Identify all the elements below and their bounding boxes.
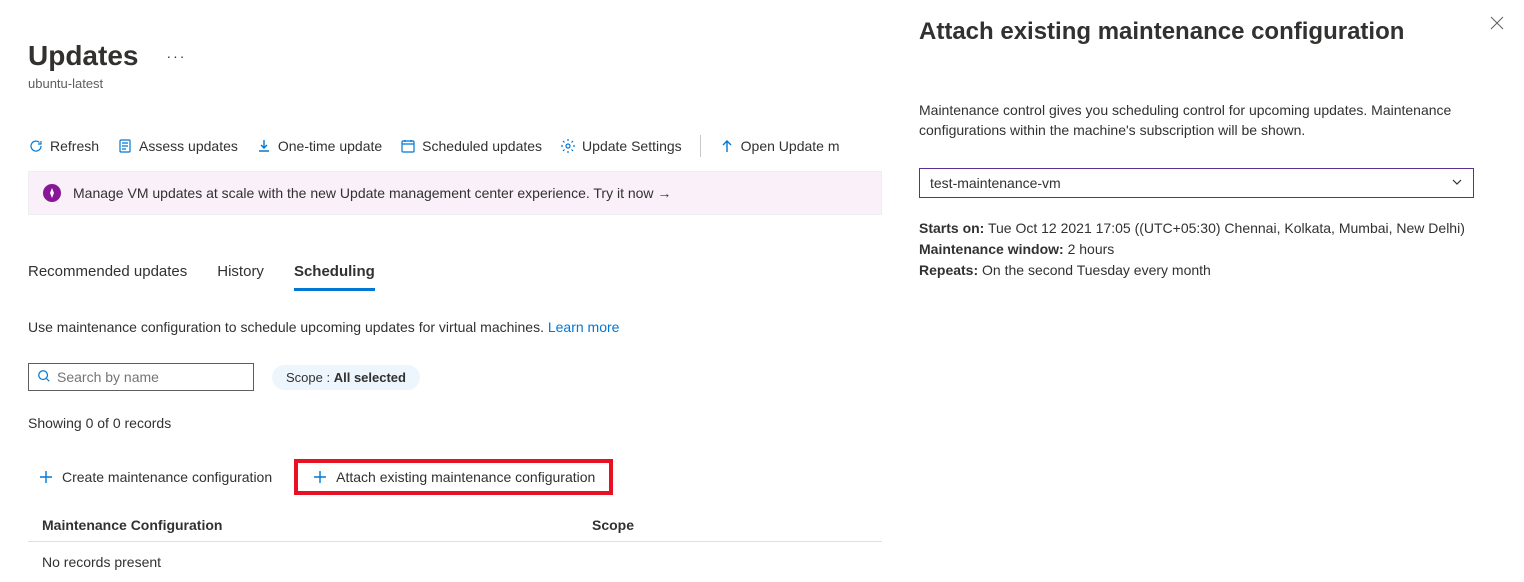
refresh-label: Refresh (50, 138, 99, 154)
toolbar-separator (700, 135, 701, 157)
tabs: Recommended updates History Scheduling (28, 263, 882, 291)
open-update-button[interactable]: Open Update m (719, 138, 840, 154)
search-box[interactable] (28, 363, 254, 391)
onetime-button[interactable]: One-time update (256, 138, 382, 154)
settings-label: Update Settings (582, 138, 682, 154)
create-config-button[interactable]: Create maintenance configuration (28, 461, 282, 493)
tab-history[interactable]: History (217, 263, 264, 291)
more-icon[interactable]: ··· (166, 48, 186, 64)
column-scope: Scope (592, 517, 882, 533)
plus-icon (38, 469, 54, 485)
download-icon (256, 138, 272, 154)
config-details: Starts on: Tue Oct 12 2021 17:05 ((UTC+0… (919, 218, 1504, 281)
records-count: Showing 0 of 0 records (28, 415, 882, 431)
open-label: Open Update m (741, 138, 840, 154)
scope-filter[interactable]: Scope : All selected (272, 365, 420, 390)
action-buttons: Create maintenance configuration Attach … (28, 459, 882, 495)
attach-config-button[interactable]: Attach existing maintenance configuratio… (294, 459, 613, 495)
tab-recommended[interactable]: Recommended updates (28, 263, 187, 291)
config-dropdown[interactable]: test-maintenance-vm (919, 168, 1474, 198)
gear-icon (560, 138, 576, 154)
banner-text: Manage VM updates at scale with the new … (73, 185, 671, 201)
search-icon (37, 369, 51, 386)
search-input[interactable] (57, 369, 245, 385)
table-header: Maintenance Configuration Scope (28, 517, 882, 542)
side-panel: Attach existing maintenance configuratio… (899, 0, 1524, 576)
panel-header: Attach existing maintenance configuratio… (919, 16, 1504, 47)
panel-title: Attach existing maintenance configuratio… (919, 16, 1404, 47)
scheduled-button[interactable]: Scheduled updates (400, 138, 542, 154)
detail-repeats: Repeats: On the second Tuesday every mon… (919, 260, 1504, 281)
assess-button[interactable]: Assess updates (117, 138, 238, 154)
assess-label: Assess updates (139, 138, 238, 154)
calendar-icon (400, 138, 416, 154)
scheduling-description: Use maintenance configuration to schedul… (28, 319, 882, 335)
tab-scheduling[interactable]: Scheduling (294, 263, 375, 291)
subtitle: ubuntu-latest (28, 76, 882, 91)
close-button[interactable] (1490, 16, 1504, 35)
search-row: Scope : All selected (28, 363, 882, 391)
detail-window: Maintenance window: 2 hours (919, 239, 1504, 260)
refresh-icon (28, 138, 44, 154)
settings-button[interactable]: Update Settings (560, 138, 682, 154)
plus-icon (312, 469, 328, 485)
scheduled-label: Scheduled updates (422, 138, 542, 154)
config-selected-value: test-maintenance-vm (930, 175, 1061, 191)
chevron-down-icon (1451, 175, 1463, 191)
learn-more-link[interactable]: Learn more (548, 319, 620, 335)
onetime-label: One-time update (278, 138, 382, 154)
main-panel: Updates ··· ubuntu-latest Refresh Assess… (0, 0, 882, 576)
clipboard-icon (117, 138, 133, 154)
info-banner[interactable]: Manage VM updates at scale with the new … (28, 171, 882, 215)
page-title: Updates (28, 40, 138, 72)
detail-starts: Starts on: Tue Oct 12 2021 17:05 ((UTC+0… (919, 218, 1504, 239)
refresh-button[interactable]: Refresh (28, 138, 99, 154)
toolbar: Refresh Assess updates One-time update S… (28, 135, 882, 157)
table-empty-message: No records present (28, 542, 882, 582)
column-config: Maintenance Configuration (42, 517, 592, 533)
compass-icon (43, 184, 61, 202)
title-row: Updates ··· (28, 40, 882, 72)
arrow-up-icon (719, 138, 735, 154)
panel-description: Maintenance control gives you scheduling… (919, 101, 1504, 140)
